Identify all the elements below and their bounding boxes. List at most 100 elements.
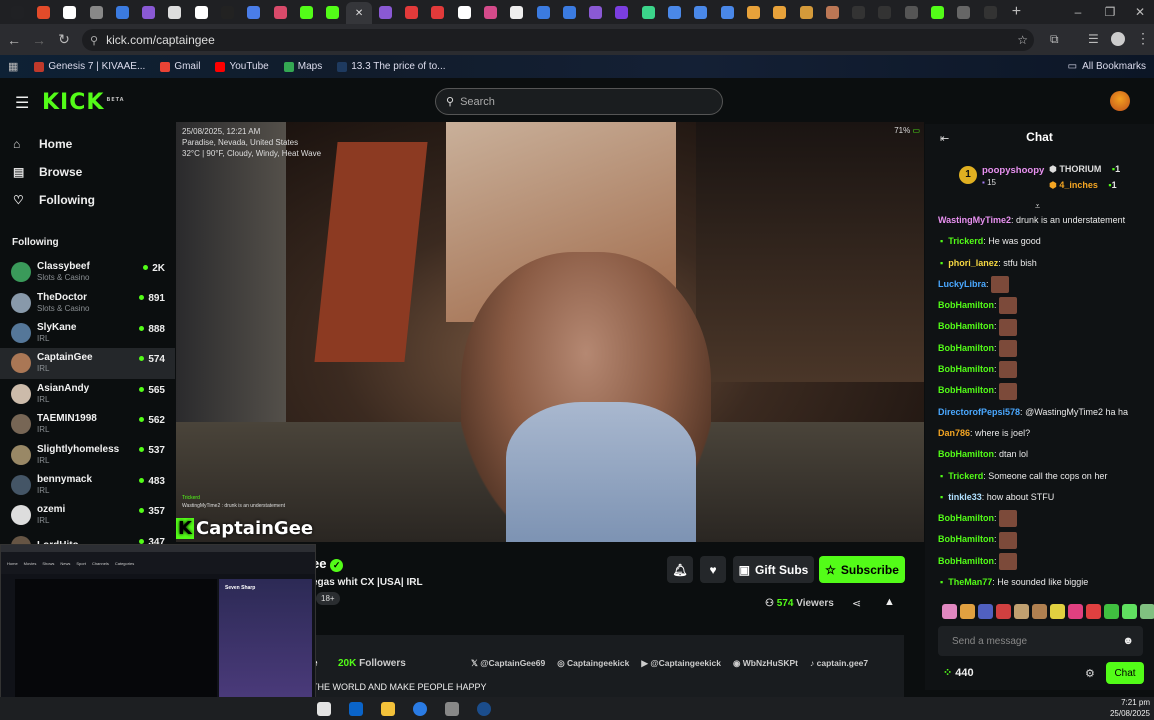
quick-emote-icon[interactable] xyxy=(1050,604,1065,619)
chat-message[interactable]: ▪ Trickerd: Someone call the cops on her xyxy=(925,466,1154,487)
notification-bell-icon[interactable]: 🔔︎ xyxy=(667,556,693,583)
browser-tab[interactable] xyxy=(109,2,135,22)
browser-tab[interactable] xyxy=(372,2,398,22)
system-clock[interactable]: 7:21 pm 25/08/2025 xyxy=(1110,697,1150,719)
bookmark-item[interactable]: 13.3 The price of to... xyxy=(337,61,446,72)
browser-tab[interactable] xyxy=(951,2,977,22)
chat-message[interactable]: BobHamilton: xyxy=(925,380,1154,401)
browser-tab[interactable] xyxy=(609,2,635,22)
browser-tab[interactable] xyxy=(583,2,609,22)
chat-message[interactable]: ▪ tinkle33: how about STFU xyxy=(925,487,1154,508)
back-icon[interactable]: ← xyxy=(3,29,25,51)
share-icon[interactable]: ⋖ xyxy=(852,597,861,610)
maximize-button[interactable]: ❐ xyxy=(1094,0,1126,24)
chat-username[interactable]: BobHamilton xyxy=(938,385,994,395)
chat-settings-gear-icon[interactable]: ⚙ xyxy=(1085,667,1095,680)
quick-emote-icon[interactable] xyxy=(1104,604,1119,619)
followed-channel[interactable]: AsianAndy IRL 565 xyxy=(0,379,175,409)
bookmark-item[interactable]: Maps xyxy=(283,61,322,72)
search-bar[interactable]: ⚲ Search xyxy=(435,88,723,115)
browser-tab[interactable] xyxy=(30,2,56,22)
site-info-icon[interactable]: ⚲ xyxy=(90,34,98,47)
quick-emote-icon[interactable] xyxy=(960,604,975,619)
apps-grid-icon[interactable]: ▦ xyxy=(8,60,18,73)
chat-send-button[interactable]: Chat xyxy=(1106,662,1144,684)
chat-username[interactable]: BobHamilton xyxy=(938,343,994,353)
chat-message[interactable]: BobHamilton: xyxy=(925,359,1154,380)
chat-username[interactable]: BobHamilton xyxy=(938,300,994,310)
chat-message[interactable]: DirectorofPepsi578: @WastingMyTime2 ha h… xyxy=(925,402,1154,423)
social-link[interactable]: ◉ WbNzHuSKPt xyxy=(733,658,798,669)
browser-tab[interactable] xyxy=(57,2,83,22)
browser-tab[interactable] xyxy=(898,2,924,22)
browser-tab[interactable] xyxy=(135,2,161,22)
browser-tab[interactable] xyxy=(477,2,503,22)
browser-tab[interactable] xyxy=(793,2,819,22)
chat-message[interactable]: Dan786: where is joel? xyxy=(925,423,1154,444)
browser-tab[interactable] xyxy=(661,2,687,22)
chat-message[interactable]: BobHamilton: xyxy=(925,529,1154,550)
followed-channel[interactable]: TheDoctor Slots & Casino 891 xyxy=(0,287,175,317)
profile-avatar[interactable] xyxy=(1111,32,1125,46)
followed-channel[interactable]: bennymack IRL 483 xyxy=(0,470,175,500)
steam-icon[interactable] xyxy=(473,700,495,718)
news-app-icon[interactable] xyxy=(409,700,431,718)
chat-username[interactable]: BobHamilton xyxy=(938,321,994,331)
gift-subs-button[interactable]: ▣ Gift Subs xyxy=(733,556,814,583)
minimize-button[interactable]: – xyxy=(1062,0,1094,24)
menu-list-icon[interactable]: ☰ xyxy=(1088,32,1099,46)
followed-channel[interactable]: Slightlyhomeless IRL 537 xyxy=(0,439,175,469)
leaderboard-entry[interactable]: ⬢ 4_inches ▪1 xyxy=(1049,177,1120,193)
chat-message[interactable]: BobHamilton: xyxy=(925,508,1154,529)
browser-tab[interactable] xyxy=(767,2,793,22)
quick-emote-icon[interactable] xyxy=(1068,604,1083,619)
chat-username[interactable]: LuckyLibra xyxy=(938,279,986,289)
browser-tab[interactable] xyxy=(4,2,30,22)
taskbar-app-icon[interactable] xyxy=(313,700,335,718)
new-tab-button[interactable]: + xyxy=(1003,2,1029,22)
reload-icon[interactable]: ↻ xyxy=(53,29,75,51)
nav-following[interactable]: ♡ Following xyxy=(0,186,175,214)
outlook-icon[interactable] xyxy=(345,700,367,718)
chat-message[interactable]: ▪ Trickerd: He was good xyxy=(925,231,1154,252)
browser-tab[interactable] xyxy=(267,2,293,22)
chat-username[interactable]: Trickerd xyxy=(948,471,983,481)
chat-username[interactable]: BobHamilton xyxy=(938,449,994,459)
browser-tab[interactable] xyxy=(214,2,240,22)
pip-window[interactable]: Home Movies Shows News Sport Channels Categori… xyxy=(0,544,317,712)
browser-menu-icon[interactable]: ⋮ xyxy=(1136,30,1150,47)
follow-heart-icon[interactable]: ♥ xyxy=(700,556,726,583)
hamburger-menu-icon[interactable]: ☰ xyxy=(15,93,29,113)
browser-tab[interactable] xyxy=(740,2,766,22)
bookmark-item[interactable]: Genesis 7 | KIVAAE... xyxy=(34,61,145,72)
browser-tab[interactable] xyxy=(451,2,477,22)
chat-username[interactable]: phori_lanez xyxy=(948,258,998,268)
chat-username[interactable]: BobHamilton xyxy=(938,534,994,544)
video-player[interactable]: 25/08/2025, 12:21 AM Paradise, Nevada, U… xyxy=(176,122,924,542)
social-link[interactable]: ♪ captain.gee7 xyxy=(810,658,868,669)
emoji-picker-icon[interactable]: ☻ xyxy=(1122,635,1134,647)
quick-emote-icon[interactable] xyxy=(1140,604,1154,619)
file-explorer-icon[interactable] xyxy=(377,700,399,718)
browser-tab[interactable] xyxy=(425,2,451,22)
bookmark-star-icon[interactable]: ☆ xyxy=(1017,33,1028,47)
browser-tab[interactable] xyxy=(924,2,950,22)
quick-emote-icon[interactable] xyxy=(996,604,1011,619)
browser-tab[interactable] xyxy=(688,2,714,22)
quick-emote-icon[interactable] xyxy=(1032,604,1047,619)
chat-username[interactable]: Dan786 xyxy=(938,428,970,438)
bookmark-item[interactable]: Gmail xyxy=(160,61,200,72)
channel-points[interactable]: ⁘ 440 xyxy=(943,666,974,679)
browser-tab[interactable] xyxy=(83,2,109,22)
browser-tab[interactable] xyxy=(635,2,661,22)
subscribe-button[interactable]: ☆ Subscribe xyxy=(819,556,905,583)
chat-username[interactable]: DirectorofPepsi578 xyxy=(938,407,1020,417)
chat-message[interactable]: BobHamilton: xyxy=(925,295,1154,316)
chat-message[interactable]: ▪ phori_lanez: stfu bish xyxy=(925,253,1154,274)
social-link[interactable]: ▶ @Captaingeekick xyxy=(641,658,721,669)
browser-tab[interactable] xyxy=(241,2,267,22)
browser-tab[interactable] xyxy=(872,2,898,22)
chat-message[interactable]: BobHamilton: dtan lol xyxy=(925,444,1154,465)
chat-username[interactable]: tinkle33 xyxy=(948,492,982,502)
browser-tab[interactable] xyxy=(530,2,556,22)
